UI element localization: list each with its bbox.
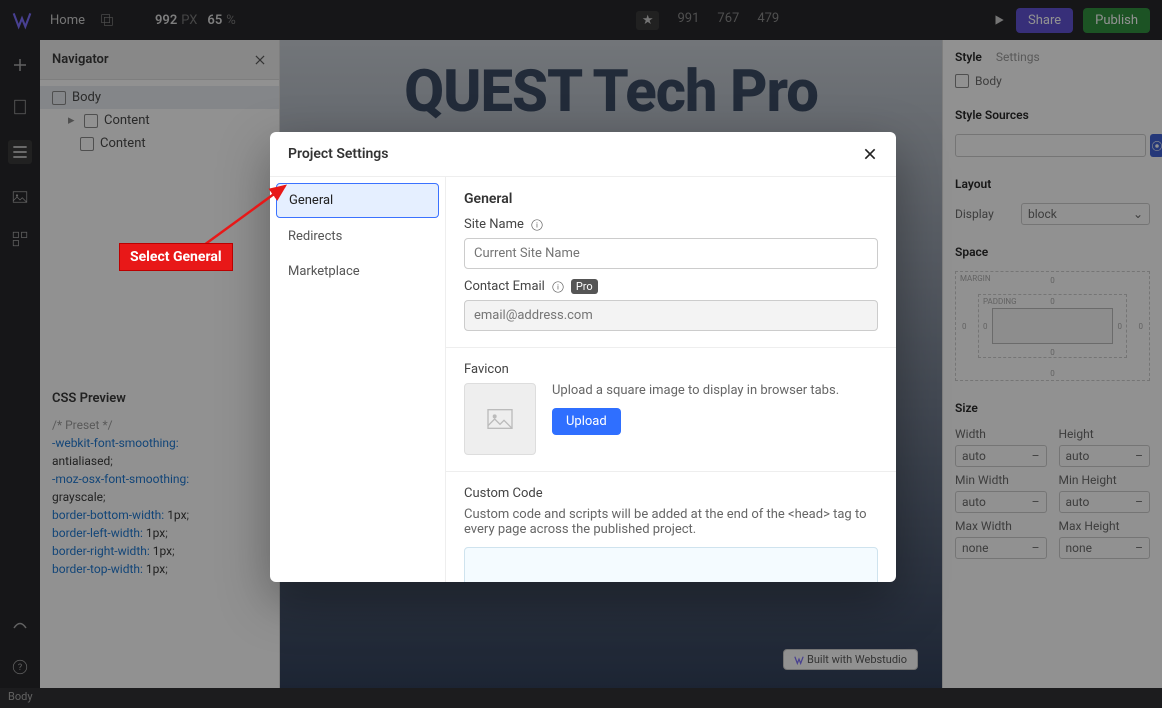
upload-button[interactable]: Upload [552,408,621,435]
contact-email-input [464,300,878,331]
annotation-callout: Select General [119,243,233,271]
modal-content: General Site Name i Contact Email i Pro … [446,177,896,582]
modal-tab-redirects[interactable]: Redirects [276,220,439,253]
custom-code-description: Custom code and scripts will be added at… [464,507,878,537]
modal-sidebar: General Redirects Marketplace [270,177,446,582]
site-name-input[interactable] [464,238,878,269]
favicon-thumbnail [464,383,536,455]
modal-tab-marketplace[interactable]: Marketplace [276,255,439,288]
favicon-description: Upload a square image to display in brow… [552,383,839,398]
general-heading: General [464,191,878,207]
pro-badge: Pro [571,279,598,294]
custom-code-input[interactable] [464,547,878,582]
close-icon[interactable] [862,146,878,162]
custom-code-label: Custom Code [464,486,543,501]
contact-email-label: Contact Email [464,279,545,294]
modal-title: Project Settings [288,146,388,162]
svg-text:i: i [557,283,559,291]
favicon-label: Favicon [464,362,509,377]
svg-text:i: i [536,221,538,229]
site-name-label: Site Name [464,217,524,232]
modal-tab-general[interactable]: General [276,183,439,218]
project-settings-modal: Project Settings General Redirects Marke… [270,132,896,582]
info-icon[interactable]: i [530,218,544,232]
info-icon[interactable]: i [551,280,565,294]
